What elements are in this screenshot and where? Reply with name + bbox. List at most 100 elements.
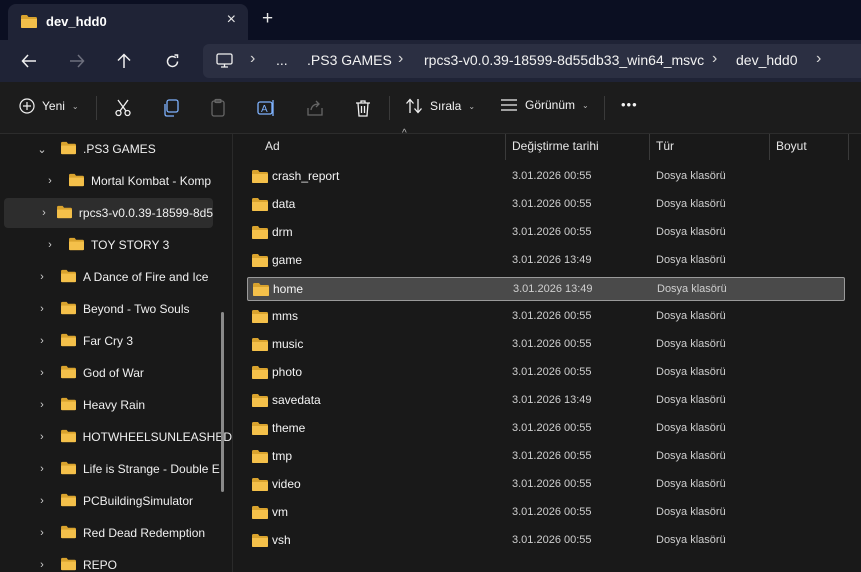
tab-dev-hdd0[interactable]: dev_hdd0 × <box>8 4 248 40</box>
sidebar-item[interactable]: › Beyond - Two Souls <box>0 294 232 324</box>
share-icon[interactable] <box>305 98 325 118</box>
sidebar-item[interactable]: › Red Dead Redemption <box>0 518 232 548</box>
chevron-right-icon[interactable]: › <box>34 399 50 411</box>
column-header-name[interactable]: Ad ^ <box>259 128 505 160</box>
file-name: theme <box>272 421 306 435</box>
sidebar-item[interactable]: › God of War <box>0 358 232 388</box>
file-name: drm <box>272 225 293 239</box>
sidebar-item-label: Life is Strange - Double E <box>83 462 220 476</box>
sidebar-item[interactable]: ⌄ .PS3 GAMES <box>0 134 232 164</box>
sort-button[interactable]: Sırala ⌄ <box>405 98 475 114</box>
file-row[interactable]: vsh 3.01.2026 00:55 Dosya klasörü <box>247 529 845 553</box>
chevron-right-icon[interactable]: › <box>34 303 50 315</box>
up-arrow-icon[interactable] <box>112 50 136 72</box>
chevron-right-icon[interactable]: › <box>34 559 50 571</box>
refresh-icon[interactable] <box>160 50 184 72</box>
sidebar-item[interactable]: › A Dance of Fire and Ice <box>0 262 232 292</box>
more-options-button[interactable]: ••• <box>621 97 638 112</box>
file-row[interactable]: home 3.01.2026 13:49 Dosya klasörü <box>247 277 845 301</box>
sidebar-item[interactable]: › Far Cry 3 <box>0 326 232 356</box>
folder-icon <box>251 309 269 327</box>
file-row[interactable]: savedata 3.01.2026 13:49 Dosya klasörü <box>247 389 845 413</box>
file-row[interactable]: game 3.01.2026 13:49 Dosya klasörü <box>247 249 845 273</box>
this-pc-icon[interactable] <box>216 53 233 71</box>
folder-icon <box>251 393 269 411</box>
sidebar-item[interactable]: › HOTWHEELSUNLEASHED <box>0 422 232 452</box>
chevron-down-icon: ⌄ <box>582 100 589 110</box>
chevron-right-icon[interactable]: › <box>34 527 50 539</box>
svg-text:A: A <box>261 104 268 115</box>
chevron-right-icon[interactable]: › <box>42 175 58 187</box>
file-row[interactable]: drm 3.01.2026 00:55 Dosya klasörü <box>247 221 845 245</box>
chevron-right-icon[interactable]: › <box>34 463 50 475</box>
chevron-right-icon[interactable]: › <box>42 207 46 219</box>
new-button[interactable]: Yeni ⌄ <box>19 98 79 114</box>
breadcrumb-overflow[interactable]: ... <box>276 52 288 68</box>
file-name: music <box>272 337 304 351</box>
folder-icon <box>251 477 269 495</box>
sidebar-item[interactable]: › rpcs3-v0.0.39-18599-8d5 <box>4 198 213 228</box>
chevron-right-icon[interactable]: › <box>34 367 50 379</box>
sidebar-item-label: PCBuildingSimulator <box>83 494 194 508</box>
file-row[interactable]: vm 3.01.2026 00:55 Dosya klasörü <box>247 501 845 525</box>
file-row[interactable]: music 3.01.2026 00:55 Dosya klasörü <box>247 333 845 357</box>
chevron-right-icon[interactable]: › <box>42 239 58 251</box>
back-arrow-icon[interactable] <box>17 50 41 72</box>
sidebar-scrollbar[interactable] <box>221 312 224 492</box>
file-date: 3.01.2026 13:49 <box>512 394 592 406</box>
file-date: 3.01.2026 00:55 <box>512 478 592 490</box>
column-name-label: Ad <box>265 139 280 153</box>
close-tab-icon[interactable]: × <box>227 11 236 29</box>
forward-arrow-icon[interactable] <box>65 50 89 72</box>
sidebar-item[interactable]: › Heavy Rain <box>0 390 232 420</box>
file-row[interactable]: crash_report 3.01.2026 00:55 Dosya klasörü <box>247 165 845 189</box>
file-list: Ad ^ Değiştirme tarihi Tür Boyut crash_r… <box>233 128 861 572</box>
file-row[interactable]: theme 3.01.2026 00:55 Dosya klasörü <box>247 417 845 441</box>
view-button[interactable]: Görünüm ⌄ <box>500 98 589 112</box>
sort-ascending-icon: ^ <box>402 128 407 139</box>
folder-icon <box>251 365 269 383</box>
folder-icon <box>60 557 77 572</box>
file-row[interactable]: data 3.01.2026 00:55 Dosya klasörü <box>247 193 845 217</box>
paste-icon[interactable] <box>209 98 229 118</box>
file-name: video <box>272 477 301 491</box>
file-row[interactable]: video 3.01.2026 00:55 Dosya klasörü <box>247 473 845 497</box>
cut-icon[interactable] <box>113 98 133 118</box>
breadcrumb-ps3-games[interactable]: .PS3 GAMES <box>307 52 392 68</box>
column-header-date[interactable]: Değiştirme tarihi <box>505 134 649 160</box>
file-row[interactable]: mms 3.01.2026 00:55 Dosya klasörü <box>247 305 845 329</box>
copy-icon[interactable] <box>161 98 181 118</box>
chevron-right-icon[interactable]: › <box>34 335 50 347</box>
file-date: 3.01.2026 00:55 <box>512 226 592 238</box>
breadcrumb-dev-hdd0[interactable]: dev_hdd0 <box>736 52 798 68</box>
delete-icon[interactable] <box>353 98 373 118</box>
file-name: tmp <box>272 449 293 463</box>
sidebar-item[interactable]: › TOY STORY 3 <box>0 230 232 260</box>
file-row[interactable]: photo 3.01.2026 00:55 Dosya klasörü <box>247 361 845 385</box>
sidebar-item[interactable]: › Mortal Kombat - Komp <box>0 166 232 196</box>
file-date: 3.01.2026 00:55 <box>512 450 592 462</box>
chevron-right-icon[interactable]: › <box>34 271 50 283</box>
file-date: 3.01.2026 13:49 <box>512 254 592 266</box>
column-header-size[interactable]: Boyut <box>769 134 849 160</box>
folder-icon <box>68 237 85 254</box>
breadcrumb-rpcs3[interactable]: rpcs3-v0.0.39-18599-8d55db33_win64_msvc <box>424 52 704 68</box>
navigation-pane: ⌄ .PS3 GAMES › Mortal Kombat - Komp › rpcs3-v… <box>0 134 232 572</box>
rename-icon[interactable]: A <box>256 98 276 118</box>
chevron-right-icon[interactable]: › <box>34 495 50 507</box>
chevron-down-icon[interactable]: ⌄ <box>34 143 50 156</box>
sidebar-item[interactable]: › PCBuildingSimulator <box>0 486 232 516</box>
address-bar[interactable]: › ... .PS3 GAMES › rpcs3-v0.0.39-18599-8… <box>203 44 861 78</box>
folder-icon <box>20 14 38 32</box>
sidebar-item[interactable]: › Life is Strange - Double E <box>0 454 232 484</box>
breadcrumb-separator: › <box>712 50 718 67</box>
file-type: Dosya klasörü <box>656 198 726 210</box>
folder-icon <box>60 397 77 414</box>
column-header-type[interactable]: Tür <box>649 134 769 160</box>
chevron-right-icon[interactable]: › <box>34 431 50 443</box>
sidebar-item[interactable]: › REPO <box>0 550 232 572</box>
file-row[interactable]: tmp 3.01.2026 00:55 Dosya klasörü <box>247 445 845 469</box>
file-name: savedata <box>272 393 321 407</box>
new-tab-icon[interactable]: + <box>262 9 273 29</box>
folder-icon <box>60 333 77 350</box>
